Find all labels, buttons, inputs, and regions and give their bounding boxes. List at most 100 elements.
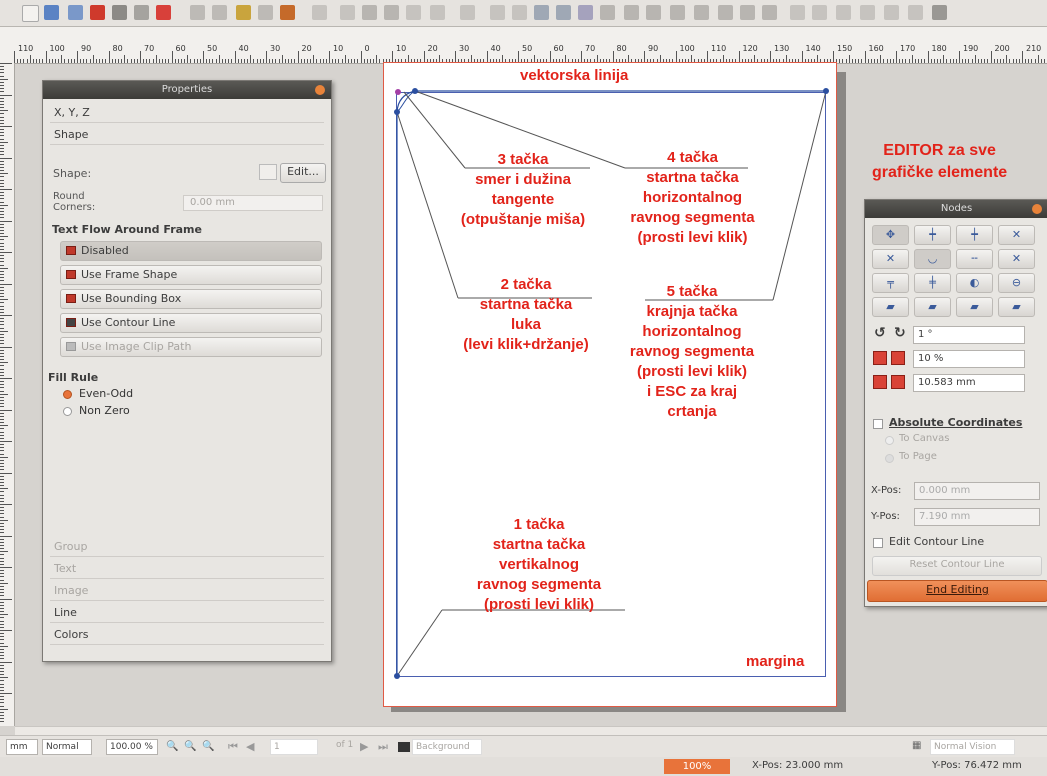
prev-page-icon[interactable]: ◀ [246,740,254,753]
symmetric-nodes-icon[interactable]: ◡ [914,249,951,269]
text-flow-contour-line-button[interactable]: Use Contour Line [60,313,322,333]
section-group[interactable]: Group [50,537,324,557]
section-text[interactable]: Text [50,559,324,579]
view-mode-select[interactable]: Normal [42,739,92,755]
non-zero-radio[interactable] [63,407,72,416]
round-corners-field[interactable]: 0.00 mm [183,195,323,211]
text-flow-frame-shape-button[interactable]: Use Frame Shape [60,265,322,285]
scale-percent-field[interactable]: 10 % [913,350,1025,368]
node-point-3 [395,89,401,95]
even-odd-radio[interactable] [63,390,72,399]
annotation-point-5: 5 tačka krajnja tačka horizontalnog ravn… [629,283,755,420]
node-point-4 [412,88,418,94]
node-point-2 [394,109,400,115]
xpos-field[interactable]: 0.000 mm [914,482,1040,500]
zoom-in-icon[interactable]: 🔍 [202,741,214,752]
zoom-out-icon[interactable]: 🔍 [166,741,178,752]
progress-badge: 100% [664,759,730,774]
next-page-icon[interactable]: ▶ [360,740,368,753]
section-image[interactable]: Image [50,581,324,601]
reset-this-point-icon[interactable]: ✕ [998,249,1035,269]
shear-down-icon[interactable]: ▰ [998,297,1035,317]
reset-control-points-icon[interactable]: ✕ [872,249,909,269]
close-path-icon[interactable]: ╪ [914,273,951,293]
horizontal-scrollbar[interactable] [15,726,1047,735]
fill-rule-heading: Fill Rule [48,371,99,384]
enlarge-size-icon[interactable] [873,375,887,389]
shape-preview-icon [259,164,277,180]
annotation-point-2: 2 tačka startna tačka luka (levi klik+dr… [463,276,589,353]
shear-right-icon[interactable]: ▰ [914,297,951,317]
asymmetric-nodes-icon[interactable]: ╌ [956,249,993,269]
to-page-label: To Page [899,451,937,462]
page-count-label: of 1 [336,740,354,750]
first-page-icon[interactable]: ⏮ [228,740,238,754]
reset-contour-button[interactable]: Reset Contour Line [872,556,1042,576]
annotation-margin: margina [746,653,805,670]
non-zero-label: Non Zero [79,404,130,417]
zoom-100-icon[interactable]: 🔍 [184,741,196,752]
ypos-field[interactable]: 7.190 mm [914,508,1040,526]
flip-vertical-icon[interactable]: ⊖ [998,273,1035,293]
text-flow-heading: Text Flow Around Frame [52,223,202,236]
edit-contour-label: Edit Contour Line [889,535,985,548]
shape-label: Shape: [53,167,92,180]
unit-select[interactable]: mm [6,739,38,755]
to-canvas-radio[interactable] [885,436,894,445]
nodes-titlebar[interactable]: Nodes [865,200,1047,218]
absolute-coordinates-checkbox[interactable] [873,419,883,429]
text-flow-image-clip-button[interactable]: Use Image Clip Path [60,337,322,357]
text-flow-bounding-box-button[interactable]: Use Bounding Box [60,289,322,309]
ypos-label: Y-Pos: [871,511,900,522]
move-control-points-icon[interactable]: ┿ [914,225,951,245]
rotation-field[interactable]: 1 ° [913,326,1025,344]
shrink-icon[interactable] [891,351,905,365]
layer-select[interactable]: Background [412,739,482,755]
cursor-ypos: Y-Pos: 76.472 mm [932,760,1022,771]
move-nodes-icon[interactable]: ✥ [872,225,909,245]
layer-color-icon [398,742,410,752]
nodes-panel: Nodes ✥ ┿ ┿ ✕ ✕ ◡ ╌ ✕ ╤ ╪ ◐ ⊖ ▰ ▰ ▰ ▰ ↺ … [864,199,1047,607]
delete-nodes-icon[interactable]: ✕ [998,225,1035,245]
status-bar: 100% X-Pos: 23.000 mm Y-Pos: 76.472 mm [0,757,1047,776]
nodes-title: Nodes [940,203,973,214]
section-line[interactable]: Line [50,603,324,623]
close-icon[interactable] [1032,204,1042,214]
section-xyz[interactable]: X, Y, Z [50,103,324,123]
xpos-label: X-Pos: [871,485,902,496]
shear-up-icon[interactable]: ▰ [956,297,993,317]
round-corners-label: Round Corners: [53,191,96,213]
page-number-field[interactable]: 1 [270,739,318,755]
leader-line-1 [396,609,443,677]
node-point-5 [823,88,829,94]
rotate-left-icon[interactable]: ↺ [874,325,886,341]
flip-horizontal-icon[interactable]: ◐ [956,273,993,293]
end-editing-button[interactable]: End Editing [867,580,1047,602]
scale-size-field[interactable]: 10.583 mm [913,374,1025,392]
section-colors[interactable]: Colors [50,625,324,645]
bottom-toolbar: mm Normal 100.00 % 🔍 🔍 🔍 ⏮ ◀ 1 of 1 ▶ ⏭ … [0,735,1047,758]
to-page-radio[interactable] [885,454,894,463]
zoom-field[interactable]: 100.00 % [106,739,158,755]
properties-panel: Properties X, Y, Z Shape Shape: Edit... … [42,80,332,662]
shrink-size-icon[interactable] [891,375,905,389]
open-path-icon[interactable]: ╤ [872,273,909,293]
last-page-icon[interactable]: ⏭ [378,740,388,754]
shear-left-icon[interactable]: ▰ [872,297,909,317]
properties-title: Properties [161,84,213,95]
section-shape[interactable]: Shape [50,125,324,145]
annotation-point-4: 4 tačka startna tačka horizontalnog ravn… [630,149,755,246]
vision-mode-select[interactable]: Normal Vision [930,739,1015,755]
node-point-1 [394,673,400,679]
close-icon[interactable] [315,85,325,95]
enlarge-icon[interactable] [873,351,887,365]
properties-titlebar[interactable]: Properties [43,81,331,99]
edit-contour-checkbox[interactable] [873,538,883,548]
to-canvas-label: To Canvas [899,433,950,444]
rotate-right-icon[interactable]: ↻ [894,325,906,341]
add-nodes-icon[interactable]: ┿ [956,225,993,245]
absolute-coordinates-label: Absolute Coordinates [889,416,1023,429]
color-management-icon[interactable]: ▦ [912,740,921,751]
edit-shape-button[interactable]: Edit... [280,163,326,183]
text-flow-disabled-button[interactable]: Disabled [60,241,322,261]
